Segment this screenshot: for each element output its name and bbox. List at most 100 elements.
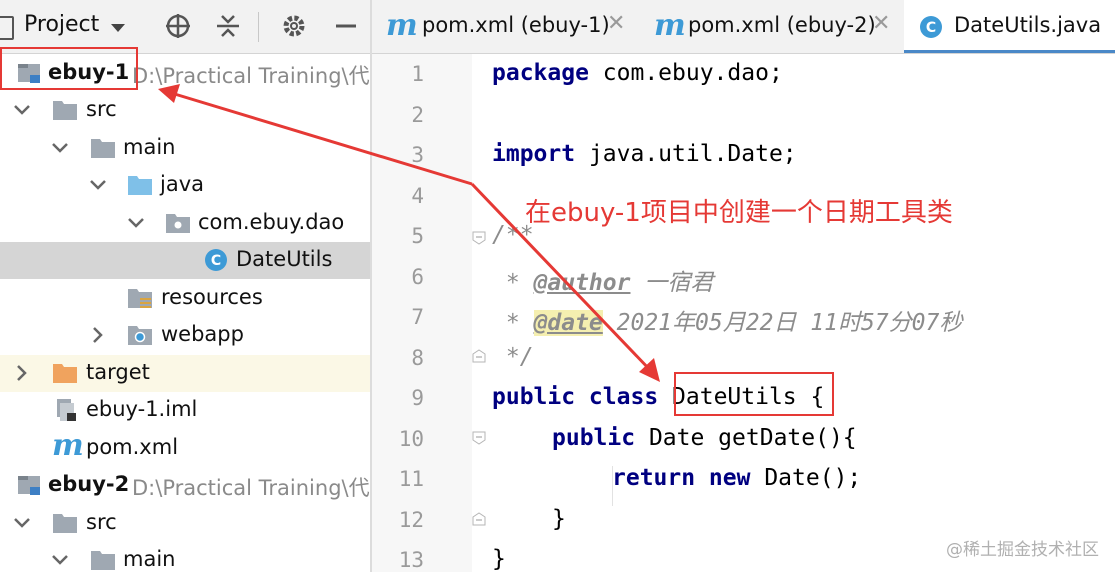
code-line-11: return new Date(); (612, 465, 862, 491)
tree-label: src (86, 510, 117, 534)
excluded-folder-icon (53, 364, 77, 383)
line-number: 13 (398, 548, 424, 572)
close-icon[interactable]: ✕ (607, 11, 625, 36)
svg-text:C: C (926, 20, 936, 36)
fold-marker-icon[interactable] (472, 512, 486, 526)
chevron-down-icon[interactable] (50, 138, 70, 158)
tree-item-iml[interactable]: ebuy-1.iml (0, 392, 371, 429)
close-icon[interactable]: ✕ (872, 11, 890, 36)
maven-icon: m (654, 8, 686, 43)
tree-label: ebuy-2 (48, 472, 130, 496)
tree-item-dateutils[interactable]: C DateUtils (0, 242, 371, 279)
tree-item-main[interactable]: main (0, 130, 371, 167)
tree-item-pom[interactable]: m pom.xml (0, 428, 371, 467)
source-folder-icon (128, 176, 152, 195)
chevron-right-icon[interactable] (12, 363, 32, 383)
line-number: 8 (411, 346, 424, 370)
code-line-10: public Date getDate(){ (552, 425, 857, 451)
watermark: @稀土掘金技术社区 (946, 540, 1099, 560)
chevron-right-icon[interactable] (88, 325, 108, 345)
chevron-down-icon[interactable] (126, 213, 146, 233)
code-line-12: } (552, 506, 566, 532)
tree-label: DateUtils (236, 247, 333, 271)
tab-pom-ebuy-1[interactable]: m pom.xml (ebuy-1) ✕ (372, 0, 634, 53)
collapse-icon[interactable] (212, 10, 244, 42)
class-icon: C (205, 249, 227, 271)
tree-item-src[interactable]: src (0, 92, 371, 129)
tree-item-webapp[interactable]: webapp (0, 317, 371, 354)
chevron-down-icon[interactable] (50, 550, 70, 570)
chevron-down-icon[interactable] (12, 513, 32, 533)
code-line-13: } (492, 546, 506, 572)
code-line-7: * @date 2021年05月22日 11时57分07秒 (492, 310, 963, 336)
locate-icon[interactable] (162, 10, 194, 42)
maven-icon: m (386, 8, 418, 43)
fold-marker-icon[interactable] (472, 431, 486, 445)
line-number: 5 (411, 224, 424, 248)
line-number: 2 (411, 103, 424, 127)
tree-path: D:\Practical Training\代 (132, 64, 370, 88)
code-line-3: import java.util.Date; (492, 141, 797, 167)
code-line-1: package com.ebuy.dao; (492, 60, 783, 86)
chevron-down-icon[interactable] (88, 175, 108, 195)
project-toolbar: Project (0, 0, 371, 54)
line-number: 6 (411, 265, 424, 289)
fold-marker-icon[interactable] (472, 349, 486, 363)
tree-label: com.ebuy.dao (198, 210, 345, 234)
folder-icon (53, 514, 77, 533)
tree-item-java[interactable]: java (0, 167, 371, 204)
module-icon (18, 476, 40, 495)
folder-icon (91, 551, 115, 570)
tab-pom-ebuy-2[interactable]: m pom.xml (ebuy-2) ✕ (640, 0, 902, 53)
web-folder-icon (128, 326, 152, 345)
project-title[interactable]: Project (24, 12, 99, 37)
tree-label: src (86, 97, 117, 121)
minimize-icon[interactable] (330, 10, 362, 42)
editor-panel: m pom.xml (ebuy-1) ✕ m pom.xml (ebuy-2) … (372, 0, 1115, 572)
code-line-6: * @author 一宿君 (492, 270, 714, 296)
chevron-down-icon[interactable] (12, 100, 32, 120)
line-number: 1 (411, 62, 424, 86)
line-number: 10 (398, 427, 424, 451)
code-editor[interactable]: package com.ebuy.dao; import java.util.D… (492, 54, 1112, 572)
class-icon: C (920, 16, 942, 38)
folder-icon (53, 101, 77, 120)
tree-label: resources (161, 285, 263, 309)
tab-dateutils[interactable]: C DateUtils.java (904, 0, 1115, 53)
tree-item-package[interactable]: com.ebuy.dao (0, 205, 371, 242)
fold-marker-icon[interactable] (472, 231, 486, 245)
folder-icon (91, 139, 115, 158)
editor-tabs: m pom.xml (ebuy-1) ✕ m pom.xml (ebuy-2) … (372, 0, 1115, 54)
gear-icon[interactable] (278, 10, 310, 42)
annotation-text: 在ebuy-1项目中创建一个日期工具类 (525, 198, 953, 228)
caret-down-icon[interactable] (110, 20, 126, 36)
line-number: 11 (398, 467, 424, 491)
line-number: 7 (411, 305, 424, 329)
tree-label: ebuy-1.iml (86, 397, 198, 421)
tree-label: main (123, 135, 176, 159)
tree-label: webapp (161, 322, 244, 346)
line-number: 9 (411, 386, 424, 410)
tree-item-resources[interactable]: resources (0, 280, 371, 317)
highlight-box-ebuy-1 (0, 47, 138, 90)
line-gutter: 1 2 3 4 5 6 7 8 9 10 11 12 13 (372, 54, 472, 572)
tree-item-target[interactable]: target (0, 355, 371, 392)
tree-label: java (160, 172, 204, 196)
tree-label: target (86, 360, 150, 384)
tree-item-ebuy-2[interactable]: ebuy-2 D:\Practical Training\代 (0, 467, 371, 504)
iml-file-icon (57, 399, 76, 421)
tab-label: pom.xml (ebuy-2) (688, 13, 876, 37)
maven-icon: m (52, 428, 84, 463)
line-number: 12 (398, 508, 424, 532)
package-icon (166, 214, 190, 233)
tree-item-main-2[interactable]: main (0, 542, 371, 572)
tree-item-src-2[interactable]: src (0, 505, 371, 542)
tree-label: main (123, 547, 176, 571)
tab-label: DateUtils.java (954, 13, 1102, 37)
line-number: 3 (411, 143, 424, 167)
toolbar-separator (258, 12, 259, 42)
tab-label: pom.xml (ebuy-1) (422, 13, 610, 37)
svg-text:C: C (211, 253, 221, 269)
tree-path: D:\Practical Training\代 (132, 476, 370, 500)
tree-label: pom.xml (86, 435, 179, 459)
